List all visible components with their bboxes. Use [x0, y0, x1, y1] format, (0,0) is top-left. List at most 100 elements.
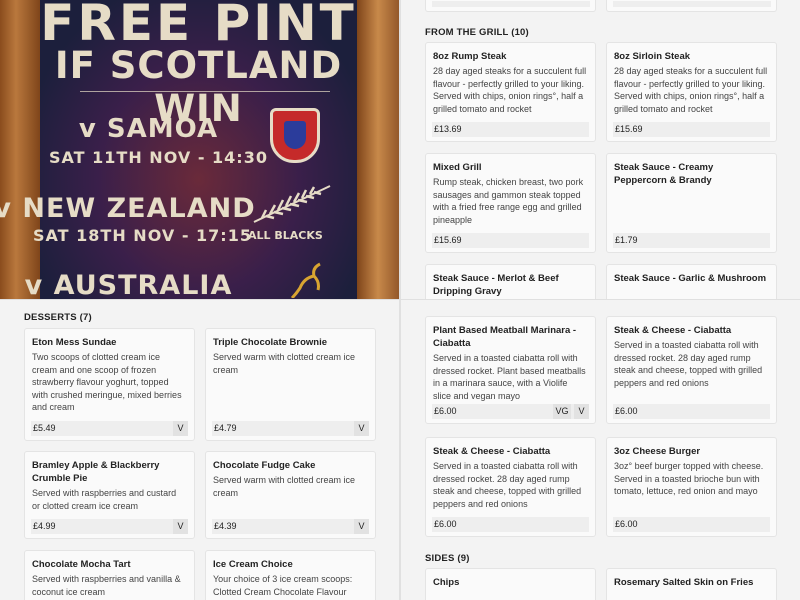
menu-item-name: Eton Mess Sundae [32, 337, 117, 348]
menu-item-price: £6.00 [615, 519, 638, 529]
divider-vertical [399, 0, 401, 600]
menu-item-card[interactable]: Steak & Cheese - Ciabatta Served in a to… [425, 437, 596, 537]
menu-item-desc: Two scoops of clotted cream ice cream an… [32, 352, 182, 412]
price-row: £6.00 VG V [432, 404, 589, 419]
menu-item-card[interactable]: Bramley Apple & Blackberry Crumble Pie S… [24, 451, 195, 539]
menu-item-name: Steak Sauce - Merlot & Beef Dripping Gra… [433, 273, 559, 297]
menu-item-name: Steak & Cheese - Ciabatta [433, 446, 551, 457]
menu-item-name: Steak Sauce - Creamy Peppercorn & Brandy [614, 162, 714, 186]
menu-item-card[interactable]: Steak Sauce - Garlic & Mushroom [606, 264, 777, 299]
menu-item-card[interactable]: 3oz Cheese Burger 3oz° beef burger toppe… [606, 437, 777, 537]
menu-item-desc: Served in a toasted ciabatta roll with d… [614, 340, 763, 388]
vegetarian-badge: V [173, 519, 188, 534]
menu-item-card[interactable]: 8oz Rump Steak 28 day aged steaks for a … [425, 42, 596, 142]
menu-item-desc: Served with raspberries and vanilla & co… [32, 574, 181, 597]
vegetarian-badge: V [173, 421, 188, 436]
desserts-panel: DESSERTS (7) Eton Mess Sundae Two scoops… [0, 300, 399, 600]
grill-title: FROM THE GRILL (10) [425, 27, 529, 38]
poster-match-2-badge: ALL BLACKS [248, 229, 323, 242]
divider-horizontal [0, 299, 800, 300]
menu-item-name: 3oz Cheese Burger [614, 446, 701, 457]
menu-item-price: £4.99 [33, 521, 56, 531]
menu-item-price: £6.00 [434, 519, 457, 529]
menu-item-card[interactable]: Eton Mess Sundae Two scoops of clotted c… [24, 328, 195, 441]
menu-item-card[interactable]: Triple Chocolate Brownie Served warm wit… [205, 328, 376, 441]
price-row: £5.49 V [31, 421, 188, 436]
grill-panel: FROM THE GRILL (10) 8oz Rump Steak 28 da… [401, 0, 800, 299]
menu-item-card-partial[interactable] [606, 0, 777, 12]
menu-item-price: £4.79 [214, 423, 237, 433]
poster-match-1-team: v SAMOA [78, 114, 219, 144]
menu-item-name: Chocolate Mocha Tart [32, 559, 131, 570]
menu-item-name: Ice Cream Choice [213, 559, 293, 570]
price-row: £15.69 [432, 233, 589, 248]
poster-board: FREE PINT IF SCOTLAND WIN v SAMOA SAT 11… [0, 0, 357, 299]
menu-item-name: Triple Chocolate Brownie [213, 337, 328, 348]
vegan-badge: VG [553, 404, 571, 419]
menu-item-card[interactable]: Rosemary Salted Skin on Fries [606, 568, 777, 600]
menu-item-card-partial[interactable] [425, 0, 596, 12]
menu-item-card[interactable]: Ice Cream Choice Your choice of 3 ice cr… [205, 550, 376, 600]
menu-item-price: £1.79 [615, 235, 638, 245]
menu-item-name: Steak & Cheese - Ciabatta [614, 325, 732, 336]
menu-item-desc: Rump steak, chicken breast, two pork sau… [433, 177, 584, 225]
menu-item-name: Rosemary Salted Skin on Fries [614, 577, 754, 588]
menu-item-card[interactable]: Plant Based Meatball Marinara - Ciabatta… [425, 316, 596, 424]
vegetarian-badge: V [354, 519, 369, 534]
menu-item-card[interactable]: Mixed Grill Rump steak, chicken breast, … [425, 153, 596, 253]
menu-item-desc: Your choice of 3 ice cream scoops: Clott… [213, 574, 353, 597]
menu-item-desc: Served warm with clotted cream ice cream [213, 352, 356, 375]
price-row: £4.99 V [31, 519, 188, 534]
price-row: £15.69 [613, 122, 770, 137]
menu-item-name: Chips [433, 577, 460, 588]
poster-frame-right [357, 0, 399, 299]
poster-rule [80, 91, 330, 92]
menu-item-name: Steak Sauce - Garlic & Mushroom [614, 273, 767, 284]
menu-item-desc: Served with raspberries and custard or c… [32, 488, 177, 511]
menu-item-desc: Served in a toasted ciabatta roll with d… [433, 353, 586, 401]
menu-item-card[interactable]: 8oz Sirloin Steak 28 day aged steaks for… [606, 42, 777, 142]
screen: FREE PINT IF SCOTLAND WIN v SAMOA SAT 11… [0, 0, 800, 600]
poster-match-3-team: v AUSTRALIA [24, 270, 233, 299]
menu-item-card[interactable]: Steak Sauce - Creamy Peppercorn & Brandy… [606, 153, 777, 253]
sides-title: SIDES (9) [425, 553, 470, 564]
poster-match-2-team: v NEW ZEALAND [0, 193, 256, 224]
menu-item-name: 8oz Sirloin Steak [614, 51, 691, 62]
desserts-title: DESSERTS (7) [24, 312, 92, 323]
menu-item-desc: 3oz° beef burger topped with cheese. Ser… [614, 461, 764, 496]
menu-item-price: £4.39 [214, 521, 237, 531]
menu-item-name: Plant Based Meatball Marinara - Ciabatta [433, 325, 577, 349]
menu-item-name: Chocolate Fudge Cake [213, 460, 316, 471]
menu-item-name: Mixed Grill [433, 162, 482, 173]
menu-item-price: £15.69 [615, 124, 643, 134]
price-row: £6.00 [432, 517, 589, 532]
price-row [613, 1, 771, 7]
menu-item-name: Bramley Apple & Blackberry Crumble Pie [32, 460, 160, 484]
menu-item-card[interactable]: Steak & Cheese - Ciabatta Served in a to… [606, 316, 777, 424]
price-row: £4.79 V [212, 421, 369, 436]
menu-item-price: £6.00 [434, 406, 457, 416]
price-row: £1.79 [613, 233, 770, 248]
price-row [432, 1, 590, 7]
poster-photo: FREE PINT IF SCOTLAND WIN v SAMOA SAT 11… [0, 0, 399, 299]
menu-item-name: 8oz Rump Steak [433, 51, 507, 62]
menu-item-price: £15.69 [434, 235, 462, 245]
menu-item-desc: Served warm with clotted cream ice cream [213, 475, 356, 498]
menu-item-price: £6.00 [615, 406, 638, 416]
vegetarian-badge: V [574, 404, 589, 419]
menu-item-card[interactable]: Chips [425, 568, 596, 600]
menu-item-card[interactable]: Steak Sauce - Merlot & Beef Dripping Gra… [425, 264, 596, 299]
menu-item-card[interactable]: Chocolate Mocha Tart Served with raspber… [24, 550, 195, 600]
silver-fern-icon [253, 185, 331, 223]
menu-item-card[interactable]: Chocolate Fudge Cake Served warm with cl… [205, 451, 376, 539]
price-row: £4.39 V [212, 519, 369, 534]
wallaby-icon [290, 262, 321, 298]
mains-panel: Plant Based Meatball Marinara - Ciabatta… [401, 300, 800, 600]
menu-item-desc: 28 day aged steaks for a succulent full … [614, 66, 768, 114]
samoa-crest-icon [270, 108, 320, 163]
poster-match-1-date: SAT 11TH NOV - 14:30 [49, 148, 268, 167]
menu-item-price: £13.69 [434, 124, 462, 134]
menu-item-desc: Served in a toasted ciabatta roll with d… [433, 461, 582, 509]
price-row: £13.69 [432, 122, 589, 137]
menu-item-price: £5.49 [33, 423, 56, 433]
